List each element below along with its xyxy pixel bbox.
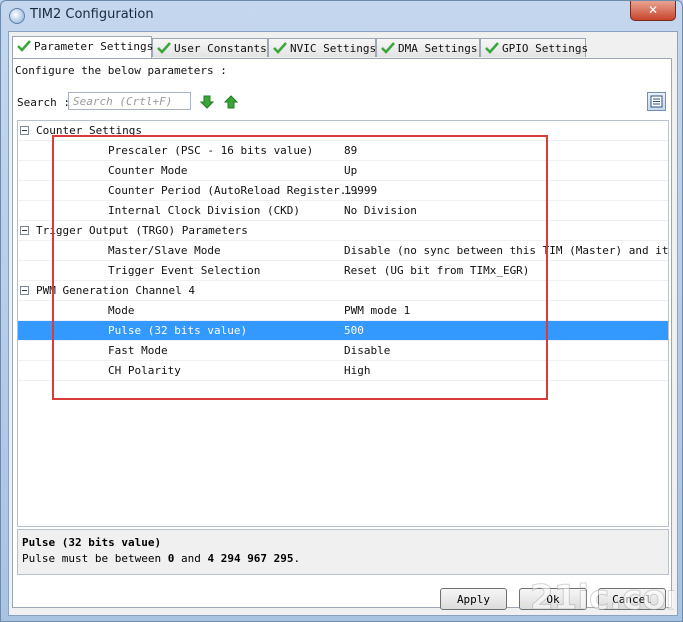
tab-gpio-settings[interactable]: GPIO Settings [480,38,589,57]
window-title: TIM2 Configuration [30,7,154,22]
parameter-table: Counter Settings Prescaler (PSC - 16 bit… [17,120,669,527]
tab-label: DMA Settings [398,42,478,55]
tab-parameter-settings[interactable]: Parameter Settings [12,36,154,58]
tab-user-constants[interactable]: User Constants [152,38,268,57]
tab-label: User Constants [174,42,267,55]
param-name: Trigger Event Selection [108,264,261,277]
info-mid: and [174,552,208,565]
title-bar[interactable]: TIM2 Configuration ✕ [1,1,682,29]
param-name: Pulse (32 bits value) [108,324,248,337]
param-value[interactable]: 500 [344,321,668,341]
param-value[interactable]: Reset (UG bit from TIMx_EGR) [344,261,668,281]
info-text: Pulse must be between 0 and 4 294 967 29… [22,552,300,565]
table-row[interactable]: Mode PWM mode 1 [18,301,668,321]
collapse-icon[interactable] [20,126,29,135]
check-icon [17,40,31,52]
param-value[interactable]: No Division [344,201,668,221]
panel-description: Configure the below parameters : [15,64,227,77]
group-label: Counter Settings [36,124,142,137]
param-name: Master/Slave Mode [108,244,221,257]
arrow-up-icon[interactable] [223,94,239,110]
collapse-icon[interactable] [20,226,29,235]
group-row-pwm-channel-4[interactable]: PWM Generation Channel 4 [18,281,668,301]
dialog-body: Parameter Settings User Constants NVIC S… [8,31,678,616]
tab-nvic-settings[interactable]: NVIC Settings [268,38,376,57]
param-value[interactable]: Up [344,161,668,181]
table-row[interactable]: Fast Mode Disable [18,341,668,361]
group-row-counter-settings[interactable]: Counter Settings [18,121,668,141]
check-icon [381,42,395,54]
tab-dma-settings[interactable]: DMA Settings [376,38,480,57]
param-name: Prescaler (PSC - 16 bits value) [108,144,314,157]
parameter-settings-panel: Configure the below parameters : Search … [12,58,672,608]
group-label: PWM Generation Channel 4 [36,284,195,297]
table-row[interactable]: CH Polarity High [18,361,668,381]
list-view-button[interactable] [647,92,666,111]
close-button[interactable]: ✕ [630,1,676,21]
info-panel: Pulse (32 bits value) Pulse must be betw… [17,529,669,575]
arrow-down-icon[interactable] [199,94,215,110]
table-row[interactable]: Trigger Event Selection Reset (UG bit fr… [18,261,668,281]
tab-label: NVIC Settings [290,42,377,55]
cancel-button[interactable]: Cancel [598,588,666,610]
param-value[interactable]: Disable [344,341,668,361]
group-row-trigger-output[interactable]: Trigger Output (TRGO) Parameters [18,221,668,241]
param-name: Counter Mode [108,164,188,177]
param-name: CH Polarity [108,364,181,377]
param-value[interactable]: 19999 [344,181,668,201]
info-prefix: Pulse must be between [22,552,168,565]
tab-label: GPIO Settings [502,42,589,55]
group-label: Trigger Output (TRGO) Parameters [36,224,248,237]
check-icon [157,42,171,54]
search-label: Search : [17,96,70,109]
table-row[interactable]: Internal Clock Division (CKD) No Divisio… [18,201,668,221]
info-max: 4 294 967 295 [207,552,294,565]
check-icon [485,42,499,54]
table-row[interactable]: Prescaler (PSC - 16 bits value) 89 [18,141,668,161]
table-row[interactable]: Counter Period (AutoReload Register... 1… [18,181,668,201]
check-icon [273,42,287,54]
apply-button[interactable]: Apply [440,588,507,610]
param-value[interactable]: 89 [344,141,668,161]
tab-label: Parameter Settings [34,40,154,53]
app-icon [9,8,25,24]
table-row-selected[interactable]: Pulse (32 bits value) 500 [18,321,668,341]
param-value[interactable]: PWM mode 1 [344,301,668,321]
ok-button[interactable]: Ok [519,588,587,610]
param-value[interactable]: Disable (no sync between this TIM (Maste… [344,241,668,261]
list-icon [650,95,663,108]
param-name: Counter Period (AutoReload Register... [108,184,360,197]
table-row[interactable]: Counter Mode Up [18,161,668,181]
info-title: Pulse (32 bits value) [22,536,162,549]
info-suffix: . [293,552,301,565]
collapse-icon[interactable] [20,286,29,295]
param-name: Internal Clock Division (CKD) [108,204,301,217]
config-window: TIM2 Configuration ✕ Parameter Settings … [0,0,683,622]
param-name: Mode [108,304,135,317]
param-value[interactable]: High [344,361,668,381]
table-row[interactable]: Master/Slave Mode Disable (no sync betwe… [18,241,668,261]
param-name: Fast Mode [108,344,168,357]
search-input[interactable] [68,92,191,110]
